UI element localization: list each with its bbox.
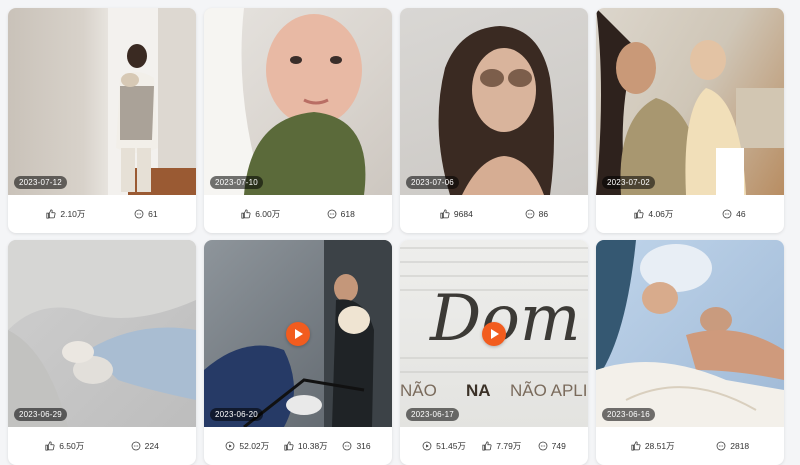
post-date-badge: 2023-06-20 [210, 408, 263, 421]
plays-stat: 51.45万 [422, 440, 466, 452]
sign-word-2: NA [466, 381, 491, 400]
comments-stat: 86 [525, 209, 548, 219]
comments-stat: 618 [327, 209, 355, 219]
post-thumbnail[interactable]: Dom NÃO NA NÃO APLI 2023-06-17 [400, 240, 588, 427]
post-date-badge: 2023-07-10 [210, 176, 263, 189]
post-stats: 2.10万 61 [8, 195, 196, 233]
post-stats: 6.50万 224 [8, 427, 196, 465]
thumbs-up-icon [482, 441, 492, 451]
post-thumbnail[interactable]: 2023-07-12 [8, 8, 196, 195]
comment-bubble-icon [525, 209, 534, 219]
likes-count: 6.00万 [255, 209, 281, 219]
sign-word-3: NÃO APLI [510, 381, 587, 400]
post-card[interactable]: Dom NÃO NA NÃO APLI 2023-06-17 51.45万 7.… [400, 240, 588, 465]
post-card[interactable]: 2023-07-02 4.06万 46 [596, 8, 784, 233]
post-date-badge: 2023-06-29 [14, 408, 67, 421]
post-date-badge: 2023-07-02 [602, 176, 655, 189]
comments-stat: 2818 [716, 441, 749, 451]
post-date-badge: 2023-07-06 [406, 176, 459, 189]
likes-count: 10.38万 [297, 441, 328, 451]
post-card[interactable]: 2023-07-12 2.10万 61 [8, 8, 196, 233]
likes-count: 9684 [453, 209, 473, 219]
plays-count: 51.45万 [436, 441, 466, 451]
comments-count: 224 [144, 441, 159, 451]
comment-bubble-icon [538, 441, 548, 451]
photo-hospital-birth [596, 240, 784, 427]
comment-bubble-icon [722, 209, 732, 219]
comment-bubble-icon [131, 441, 140, 451]
post-date-badge: 2023-06-16 [602, 408, 655, 421]
thumbs-up-icon [631, 441, 641, 451]
likes-count: 6.50万 [59, 441, 85, 451]
comments-count: 618 [340, 209, 355, 219]
post-card[interactable]: 2023-06-16 28.51万 2818 [596, 240, 784, 465]
comment-bubble-icon [327, 209, 336, 219]
video-play-button[interactable] [482, 321, 506, 346]
likes-stat: 2.10万 [46, 208, 85, 220]
post-thumbnail[interactable]: 2023-07-06 [400, 8, 588, 195]
post-stats: 9684 86 [400, 195, 588, 233]
post-thumbnail[interactable]: 2023-07-02 [596, 8, 784, 195]
photo-woman-sunglasses [438, 26, 554, 195]
post-thumbnail[interactable]: 2023-06-29 [8, 240, 196, 427]
post-stats: 4.06万 46 [596, 195, 784, 233]
likes-count: 2.10万 [60, 209, 86, 219]
post-stats: 52.02万 10.38万 316 [204, 427, 392, 465]
photo-mother-holding-baby [596, 8, 784, 195]
video-play-button[interactable] [286, 321, 310, 346]
post-thumbnail[interactable]: 2023-07-10 [204, 8, 392, 195]
plays-stat: 52.02万 [225, 440, 269, 452]
likes-stat: 6.50万 [45, 440, 84, 452]
comment-bubble-icon [134, 209, 144, 219]
play-circle-icon [225, 441, 235, 451]
likes-stat: 6.00万 [241, 208, 280, 220]
comments-stat: 316 [342, 441, 371, 451]
post-card[interactable]: 2023-07-10 6.00万 618 [204, 8, 392, 233]
likes-stat: 28.51万 [631, 440, 675, 452]
thumbs-up-icon [45, 441, 55, 451]
photo-baby-under-blanket [8, 240, 196, 427]
sign-word-1: NÃO [400, 381, 437, 400]
comments-count: 2818 [730, 441, 750, 451]
likes-count: 28.51万 [644, 441, 675, 451]
thumbs-up-icon [46, 209, 56, 219]
post-stats: 51.45万 7.79万 749 [400, 427, 588, 465]
comments-stat: 224 [131, 441, 159, 451]
thumbs-up-icon [284, 441, 294, 451]
likes-count: 4.06万 [648, 209, 674, 219]
plays-count: 52.02万 [239, 441, 270, 451]
photo-baby-closeup [204, 8, 366, 195]
comments-stat: 46 [722, 209, 746, 219]
post-date-badge: 2023-06-17 [406, 408, 459, 421]
likes-stat: 9684 [440, 209, 473, 219]
comments-stat: 749 [538, 441, 566, 451]
post-thumbnail[interactable]: 2023-06-20 [204, 240, 392, 427]
thumbs-up-icon [440, 209, 450, 219]
comment-bubble-icon [343, 441, 352, 451]
sign-script-text: Dom [429, 282, 581, 356]
comments-count: 46 [736, 209, 746, 219]
post-stats: 6.00万 618 [204, 195, 392, 233]
likes-stat: 7.79万 [482, 440, 521, 452]
photo-mother-mirror [108, 8, 196, 195]
post-thumbnail[interactable]: 2023-06-16 [596, 240, 784, 427]
comments-count: 86 [538, 209, 549, 219]
comments-count: 61 [148, 209, 158, 219]
post-card[interactable]: 2023-06-29 6.50万 224 [8, 240, 196, 465]
likes-count: 7.79万 [496, 441, 522, 451]
comments-count: 316 [356, 441, 371, 451]
comments-stat: 61 [134, 209, 158, 219]
comments-count: 749 [551, 441, 566, 451]
likes-stat: 4.06万 [634, 208, 673, 220]
post-card[interactable]: 2023-06-20 52.02万 10.38万 316 [204, 240, 392, 465]
likes-stat: 10.38万 [284, 440, 328, 452]
thumbs-up-icon [241, 209, 251, 219]
post-stats: 28.51万 2818 [596, 427, 784, 465]
play-circle-icon [422, 441, 432, 451]
post-date-badge: 2023-07-12 [14, 176, 67, 189]
post-card[interactable]: 2023-07-06 9684 86 [400, 8, 588, 233]
comment-bubble-icon [716, 441, 726, 451]
thumbs-up-icon [634, 209, 644, 219]
post-grid: 2023-07-12 2.10万 61 2023-07-10 6.00万 618… [0, 0, 800, 465]
